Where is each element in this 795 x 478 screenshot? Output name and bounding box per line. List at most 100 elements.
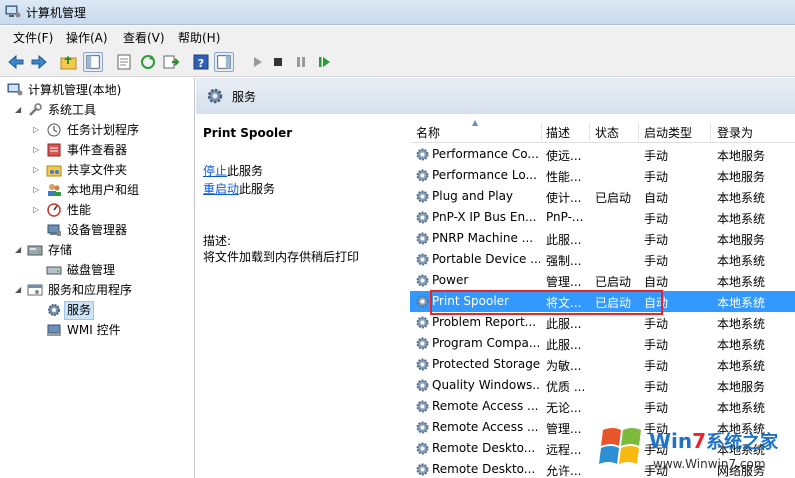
cell-desc: 管理... (546, 275, 582, 289)
cell-startup: 手动 (644, 317, 669, 331)
show-hide-tree-icon[interactable] (83, 52, 103, 72)
cell-startup: 手动 (644, 170, 669, 184)
service-gear-icon (416, 442, 429, 455)
table-row[interactable]: PNRP Machine ... 此服... 手动 本地服务 (410, 228, 795, 249)
cell-name: Portable Device ... (432, 252, 540, 266)
column-header-description[interactable]: 描述 (546, 124, 570, 141)
column-divider[interactable] (710, 123, 711, 141)
menu-help[interactable]: 帮助(H) (178, 29, 220, 46)
shared-folder-icon (46, 165, 62, 177)
properties-icon[interactable] (114, 52, 134, 72)
cell-desc: 此服... (546, 233, 582, 247)
expanded-arrow-icon[interactable]: ◢ (15, 106, 21, 114)
table-row[interactable]: Program Compa... 此服... 手动 本地系统 (410, 333, 795, 354)
cell-logon: 本地服务 (717, 380, 766, 394)
column-divider[interactable] (638, 123, 639, 141)
restart-link[interactable]: 重启动 (203, 182, 239, 196)
cell-name: Remote Deskto... (432, 441, 536, 455)
cell-logon: 本地系统 (717, 338, 766, 352)
table-row[interactable]: Performance Lo... 性能... 手动 本地服务 (410, 165, 795, 186)
tree-label: 事件查看器 (67, 143, 128, 157)
cell-logon: 本地系统 (717, 254, 766, 268)
tree-label: 服务 (64, 301, 95, 320)
computer-management-icon (7, 83, 23, 96)
table-row[interactable]: Performance Co... 使远... 手动 本地服务 (410, 144, 795, 165)
service-detail-pane: Print Spooler 停止此服务 重启动此服务 描述: 将文件加载到内存供… (196, 114, 410, 478)
table-row[interactable]: Quality Windows... 优质 ... 手动 本地服务 (410, 375, 795, 396)
stop-link[interactable]: 停止 (203, 164, 227, 178)
export-list-icon[interactable] (161, 52, 181, 72)
cell-logon: 本地系统 (717, 359, 766, 373)
tree-label: 本地用户和组 (67, 183, 140, 197)
cell-desc: 允许... (546, 464, 582, 478)
cell-name: Quality Windows... (432, 378, 540, 392)
windows-flag-icon (599, 428, 641, 464)
watermark-logo: Win7系统之家 www.Winwin7.com (599, 428, 779, 471)
column-divider[interactable] (589, 123, 590, 141)
stop-service-action: 停止此服务 (203, 162, 263, 179)
table-row[interactable]: Plug and Play 使计... 已启动 自动 本地系统 (410, 186, 795, 207)
collapsed-arrow-icon[interactable]: ▷ (33, 146, 39, 154)
column-header-startup-type[interactable]: 启动类型 (644, 124, 692, 141)
cell-desc: 此服... (546, 317, 582, 331)
cell-logon: 本地系统 (717, 401, 766, 415)
stop-service-icon[interactable] (268, 52, 288, 72)
cell-desc: 远程... (546, 443, 582, 457)
collapsed-arrow-icon[interactable]: ▷ (33, 186, 39, 194)
back-icon[interactable] (6, 52, 26, 72)
column-divider[interactable] (541, 123, 542, 141)
start-service-icon[interactable] (247, 52, 267, 72)
cell-startup: 自动 (644, 275, 669, 289)
storage-icon (27, 245, 43, 256)
cell-desc: 无论... (546, 401, 582, 415)
table-row[interactable]: Power 管理... 已启动 自动 本地系统 (410, 270, 795, 291)
cell-logon: 本地系统 (717, 212, 766, 226)
collapsed-arrow-icon[interactable]: ▷ (33, 206, 39, 214)
restart-suffix: 此服务 (239, 182, 276, 196)
restart-service-icon[interactable] (314, 52, 334, 72)
services-apps-icon (27, 284, 43, 296)
window-title: 计算机管理 (26, 6, 87, 20)
collapsed-arrow-icon[interactable]: ▷ (33, 126, 39, 134)
help-icon[interactable]: ? (191, 52, 211, 72)
forward-icon[interactable] (29, 52, 49, 72)
device-manager-icon (47, 224, 61, 236)
cell-logon: 本地服务 (717, 170, 766, 184)
column-header-status[interactable]: 状态 (595, 124, 619, 141)
table-row[interactable]: Problem Report... 此服... 手动 本地系统 (410, 312, 795, 333)
menu-view[interactable]: 查看(V) (123, 29, 165, 46)
cell-logon: 本地系统 (717, 191, 766, 205)
expanded-arrow-icon[interactable]: ◢ (15, 246, 21, 254)
cell-desc: 性能... (546, 170, 582, 184)
cell-status: 已启动 (595, 191, 632, 205)
service-gear-icon (416, 358, 429, 371)
cell-name: Protected Storage (432, 357, 540, 371)
menu-file[interactable]: 文件(F) (13, 29, 53, 46)
table-row[interactable]: PnP-X IP Bus En... PnP-... 手动 本地系统 (410, 207, 795, 228)
tree-label: 系统工具 (48, 103, 97, 117)
pause-service-icon[interactable] (291, 52, 311, 72)
performance-icon (47, 203, 61, 217)
up-folder-icon[interactable] (59, 52, 79, 72)
cell-desc: 管理... (546, 422, 582, 436)
service-gear-icon (416, 169, 429, 182)
restart-service-action: 重启动此服务 (203, 180, 275, 197)
service-gear-icon (416, 232, 429, 245)
menu-action[interactable]: 操作(A) (66, 29, 108, 46)
title-bar: 计算机管理 (0, 0, 795, 25)
service-gear-icon (416, 253, 429, 266)
cell-desc: 优质 ... (546, 380, 586, 394)
tree-label: 设备管理器 (67, 223, 128, 237)
column-header-logon-as[interactable]: 登录为 (717, 124, 753, 141)
cell-startup: 手动 (644, 149, 669, 163)
table-row[interactable]: Portable Device ... 强制... 手动 本地系统 (410, 249, 795, 270)
table-row[interactable]: Remote Access ... 无论... 手动 本地系统 (410, 396, 795, 417)
collapsed-arrow-icon[interactable]: ▷ (33, 166, 39, 174)
cell-startup: 手动 (644, 338, 669, 352)
table-row[interactable]: Protected Storage 为敏... 手动 本地系统 (410, 354, 795, 375)
column-header-name[interactable]: 名称 (416, 124, 440, 141)
refresh-icon[interactable] (138, 52, 158, 72)
expanded-arrow-icon[interactable]: ◢ (15, 286, 21, 294)
description-label: 描述: (203, 234, 232, 248)
show-action-pane-icon[interactable] (214, 52, 234, 72)
